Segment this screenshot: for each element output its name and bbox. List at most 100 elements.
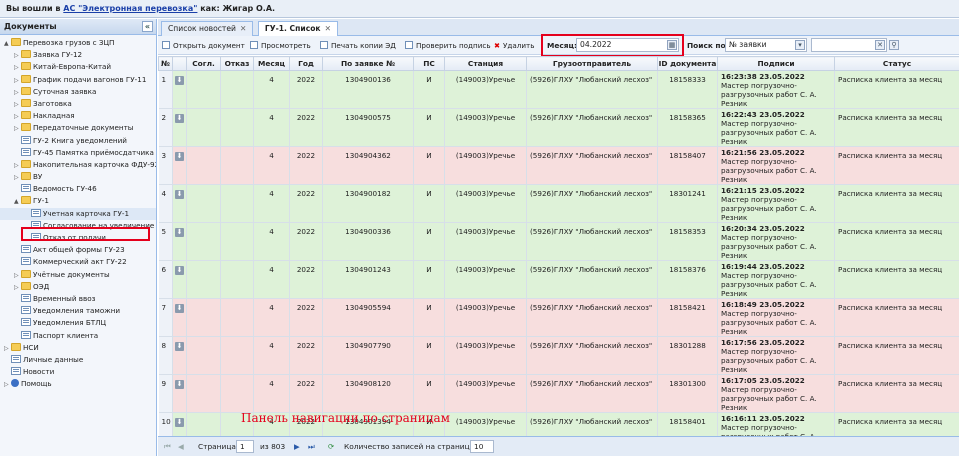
expand-arrow-icon[interactable]: ▲	[4, 38, 11, 49]
expand-arrow-icon[interactable]: ▷	[14, 50, 21, 61]
first-page-icon[interactable]: ⏮	[164, 442, 171, 452]
column-header[interactable]: Подписи	[717, 56, 835, 71]
view-button[interactable]: Просмотреть	[250, 39, 311, 52]
per-page-input[interactable]: 10	[470, 440, 494, 453]
download-icon[interactable]: ⬇	[175, 228, 184, 237]
page-label: Страница	[198, 442, 236, 451]
download-icon[interactable]: ⬇	[175, 190, 184, 199]
expand-arrow-icon[interactable]: ▷	[14, 87, 21, 98]
column-header[interactable]: Месяц	[253, 56, 290, 71]
tree-item[interactable]: Временный ввоз	[0, 293, 156, 305]
search-by-select[interactable]: № заявки ▾	[725, 38, 807, 52]
tree-item[interactable]: Акт общей формы ГУ-23	[0, 244, 156, 256]
expand-arrow-icon[interactable]: ▷	[14, 75, 21, 86]
expand-arrow-icon[interactable]: ▷	[4, 343, 11, 354]
column-header[interactable]: №	[158, 56, 173, 71]
column-header[interactable]: ID документа	[657, 56, 718, 71]
next-page-icon[interactable]: ▶	[294, 442, 300, 451]
tree-item[interactable]: ▷ ОЭД	[0, 281, 156, 293]
table-row[interactable]: 4 ⬇ 4 2022 1304900182 И (149003)Уречье (5926)ГЛ…	[158, 184, 959, 223]
page-navigation-annotation: Панель навигации по страницам	[241, 411, 450, 425]
download-icon[interactable]: ⬇	[175, 114, 184, 123]
tree-item[interactable]: Личные данные	[0, 354, 156, 366]
system-link[interactable]: АС "Электронная перевозка"	[63, 4, 197, 13]
clear-icon[interactable]: ✕	[875, 40, 885, 50]
tree-item[interactable]: ГУ-2 Книга уведомлений	[0, 135, 156, 147]
last-page-icon[interactable]: ⏭	[308, 442, 315, 452]
expand-arrow-icon[interactable]: ▷	[14, 62, 21, 73]
refresh-icon[interactable]: ⟳	[328, 442, 334, 451]
table-row[interactable]: 5 ⬇ 4 2022 1304900336 И (149003)Уречье (5926)ГЛ…	[158, 222, 959, 261]
open-document-button[interactable]: Открыть документ	[162, 39, 245, 52]
column-header[interactable]: Станция	[444, 56, 527, 71]
tree-item[interactable]: Коммерческий акт ГУ-22	[0, 256, 156, 268]
download-icon[interactable]: ⬇	[175, 342, 184, 351]
tree-item[interactable]: ▷ Китай-Европа-Китай	[0, 61, 156, 73]
prev-page-icon[interactable]: ◀	[178, 442, 184, 451]
tree-item[interactable]: ▷ Учётные документы	[0, 269, 156, 281]
tree-item[interactable]: ▷ Передаточные документы	[0, 122, 156, 134]
tree-item[interactable]: Уведомления БТЛЦ	[0, 317, 156, 329]
tree-item[interactable]: ▷ Накладная	[0, 110, 156, 122]
column-header[interactable]: Отказ	[220, 56, 254, 71]
print-copy-button[interactable]: Печать копии ЭД	[320, 39, 396, 52]
table-row[interactable]: 3 ⬇ 4 2022 1304904362 И (149003)Уречье (5926)ГЛ…	[158, 146, 959, 185]
column-header[interactable]: Согл.	[186, 56, 221, 71]
verify-signature-button[interactable]: Проверить подпись	[405, 39, 491, 52]
table-row[interactable]: 8 ⬇ 4 2022 1304907790 И (149003)Уречье (5926)ГЛ…	[158, 336, 959, 375]
tree-item[interactable]: ▷ График подачи вагонов ГУ-11	[0, 74, 156, 86]
tree-item[interactable]: ГУ-45 Памятка приёмосдатчика	[0, 147, 156, 159]
expand-arrow-icon[interactable]: ▷	[14, 111, 21, 122]
expand-arrow-icon[interactable]: ▷	[4, 379, 11, 390]
tree-item[interactable]: ▲ ГУ-1	[0, 195, 156, 207]
column-header[interactable]	[172, 56, 187, 71]
tree-item[interactable]: ▷ Заявка ГУ-12	[0, 49, 156, 61]
expand-arrow-icon[interactable]: ▷	[14, 160, 21, 171]
open-icon	[162, 41, 170, 49]
search-icon[interactable]: ⚲	[889, 40, 899, 50]
tree-item[interactable]: ▷ Помощь	[0, 378, 156, 390]
expand-arrow-icon[interactable]: ▷	[14, 99, 21, 110]
tree-item[interactable]: Учетная карточка ГУ-1	[0, 207, 156, 220]
expand-arrow-icon[interactable]: ▲	[14, 196, 21, 207]
chevron-down-icon[interactable]: ▾	[795, 40, 805, 50]
tree-item[interactable]: ▷ ВУ	[0, 171, 156, 183]
download-icon[interactable]: ⬇	[175, 418, 184, 427]
tree-item[interactable]: Ведомость ГУ-46	[0, 183, 156, 195]
tab-gu1-list[interactable]: ГУ-1. Список ✕	[257, 21, 338, 36]
download-icon[interactable]: ⬇	[175, 76, 184, 85]
tree-item[interactable]: ▷ Накопительная карточка ФДУ-92	[0, 159, 156, 171]
close-icon[interactable]: ✕	[325, 24, 331, 33]
expand-arrow-icon[interactable]: ▷	[14, 282, 21, 293]
tree-item[interactable]: ▲ Перевозка грузов с ЗЦП	[0, 37, 156, 49]
expand-arrow-icon[interactable]: ▷	[14, 123, 21, 134]
tree-item[interactable]: Новости	[0, 366, 156, 378]
table-row[interactable]: 6 ⬇ 4 2022 1304901243 И (149003)Уречье (5926)ГЛ…	[158, 260, 959, 299]
expand-arrow-icon[interactable]: ▷	[14, 270, 21, 281]
tree-item[interactable]: Уведомления таможни	[0, 305, 156, 317]
tab-news-list[interactable]: Список новостей ✕	[161, 21, 254, 36]
column-header[interactable]: Статус	[834, 56, 959, 71]
tree-item[interactable]: Паспорт клиента	[0, 330, 156, 342]
search-input[interactable]: ✕	[811, 38, 887, 52]
expand-arrow-icon[interactable]: ▷	[14, 172, 21, 183]
column-header[interactable]: ПС	[413, 56, 445, 71]
collapse-sidebar-button[interactable]: «	[142, 21, 153, 32]
table-row[interactable]: 9 ⬇ 4 2022 1304908120 И (149003)Уречье (5926)ГЛ…	[158, 374, 959, 413]
table-row[interactable]: 2 ⬇ 4 2022 1304900575 И (149003)Уречье (5926)ГЛ…	[158, 108, 959, 147]
download-icon[interactable]: ⬇	[175, 304, 184, 313]
column-header[interactable]: Год	[289, 56, 323, 71]
close-icon[interactable]: ✕	[240, 24, 246, 33]
column-header[interactable]: По заявке №	[322, 56, 414, 71]
download-icon[interactable]: ⬇	[175, 380, 184, 389]
tree-item[interactable]: ▷ Суточная заявка	[0, 86, 156, 98]
page-input[interactable]: 1	[236, 440, 254, 453]
table-row[interactable]: 7 ⬇ 4 2022 1304905594 И (149003)Уречье (5926)ГЛ…	[158, 298, 959, 337]
download-icon[interactable]: ⬇	[175, 266, 184, 275]
column-header[interactable]: Грузоотправитель	[526, 56, 658, 71]
tree-item[interactable]: ▷ Заготовка	[0, 98, 156, 110]
download-icon[interactable]: ⬇	[175, 152, 184, 161]
delete-button[interactable]: ✖ Удалить	[494, 39, 534, 52]
tree-item[interactable]: ▷ НСИ	[0, 342, 156, 354]
table-row[interactable]: 1 ⬇ 4 2022 1304900136 И (149003)Уречье (5926)ГЛ…	[158, 70, 959, 109]
